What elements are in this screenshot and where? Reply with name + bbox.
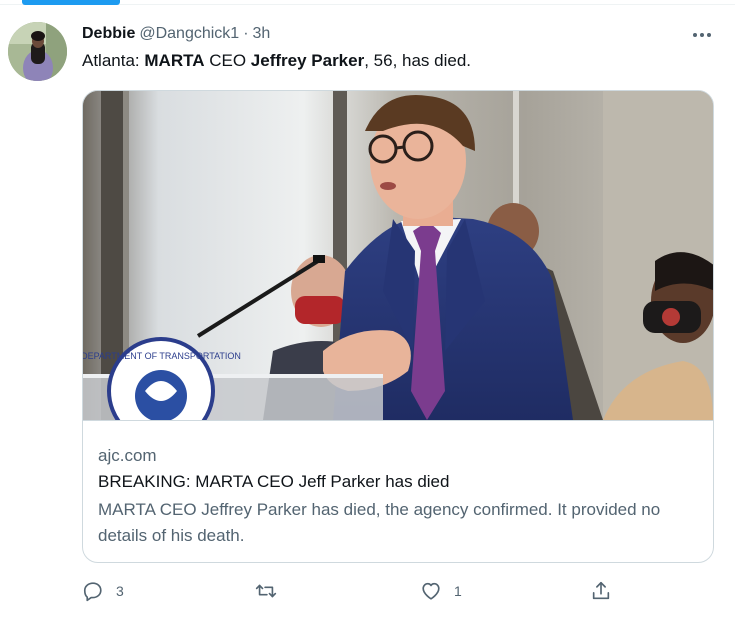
card-domain: ajc.com — [98, 446, 157, 465]
share-button[interactable] — [590, 578, 612, 604]
timestamp[interactable]: 3h — [253, 24, 271, 44]
card-description: MARTA CEO Jeffrey Parker has died, the a… — [98, 500, 661, 545]
reply-button[interactable]: 3 — [82, 578, 124, 604]
tweet-page: Debbie @Dangchick1 · 3h Atlanta: MARTA C… — [0, 0, 735, 621]
tweet-header: Debbie @Dangchick1 · 3h — [82, 24, 270, 44]
display-name[interactable]: Debbie — [82, 24, 135, 44]
podium-seal-text: DEPARTMENT OF TRANSPORTATION — [83, 351, 241, 361]
separator-dot: · — [243, 25, 249, 42]
like-count: 1 — [454, 583, 462, 599]
tweet-actions: 3 1 — [82, 578, 622, 604]
retweet-icon — [254, 580, 278, 602]
tweet-text-bold: Jeffrey Parker — [250, 51, 365, 70]
retweet-button[interactable] — [254, 578, 290, 604]
reply-count: 3 — [116, 583, 124, 599]
card-divider — [83, 420, 713, 421]
tweet-text-bold: MARTA — [144, 51, 205, 70]
avatar[interactable] — [8, 22, 67, 81]
active-tab-indicator — [22, 0, 120, 5]
more-horizontal-icon — [692, 25, 712, 43]
share-icon — [590, 580, 612, 602]
user-handle[interactable]: @Dangchick1 — [139, 24, 239, 44]
tweet-text-part: Atlanta: — [82, 51, 145, 70]
card-title: BREAKING: MARTA CEO Jeff Parker has died — [98, 472, 450, 491]
tweet-text-part: CEO — [204, 51, 251, 70]
card-image[interactable]: DEPARTMENT OF TRANSPORTATION — [83, 91, 713, 420]
more-options-button[interactable] — [688, 20, 716, 48]
heart-icon — [420, 580, 442, 602]
tweet-text: Atlanta: MARTA CEO Jeffrey Parker, 56, h… — [82, 50, 471, 72]
link-preview-card[interactable]: DEPARTMENT OF TRANSPORTATION ajc.com BRE… — [82, 90, 714, 563]
reply-icon — [82, 580, 104, 602]
like-button[interactable]: 1 — [420, 578, 462, 604]
tweet-text-part: , 56, has died. — [364, 51, 472, 70]
